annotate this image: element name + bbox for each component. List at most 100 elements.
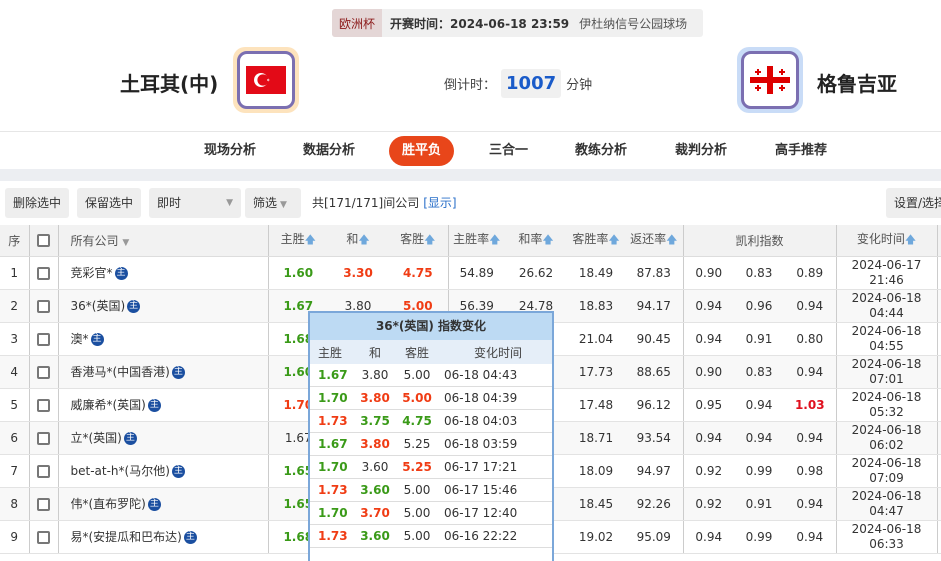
col-draw-rate[interactable]: 和率🡅 <box>505 225 567 257</box>
main-badge-icon[interactable]: 主 <box>171 366 185 379</box>
cell-select[interactable] <box>28 355 58 389</box>
cell-k2: 0.96 <box>734 289 784 323</box>
main-badge-icon[interactable]: 主 <box>123 432 137 445</box>
cell-select[interactable] <box>28 520 58 554</box>
cell-edge <box>936 388 941 422</box>
cell-select[interactable] <box>28 454 58 488</box>
checkbox[interactable] <box>37 266 50 280</box>
main-badge-icon[interactable]: 主 <box>114 267 128 280</box>
sort-up-icon: 🡅 <box>608 233 620 247</box>
company-name[interactable]: 威廉希*(英国) <box>71 398 146 412</box>
col-return-rate[interactable]: 返还率🡅 <box>625 225 683 257</box>
show-link[interactable]: [显示] <box>423 196 456 210</box>
cell-company[interactable]: 易*(安提瓜和巴布达) 主 <box>57 520 268 554</box>
company-name[interactable]: 立*(英国) <box>71 431 122 445</box>
main-badge-icon[interactable]: 主 <box>171 465 185 478</box>
cell-k1: 0.95 <box>682 388 734 422</box>
sort-up-icon: 🡅 <box>304 233 316 247</box>
home-team-logo[interactable] <box>233 47 299 113</box>
cell-company[interactable]: 澳* 主 <box>57 322 268 356</box>
tab-expert-picks[interactable]: 高手推荐 <box>775 136 827 166</box>
away-team-logo[interactable] <box>737 47 803 113</box>
col-home[interactable]: 主胜🡅 <box>267 225 328 257</box>
popup-time: 06-17 12:40 <box>444 506 518 520</box>
cell-select[interactable] <box>28 487 58 521</box>
cell-k1: 0.94 <box>682 520 734 554</box>
company-name[interactable]: 伟*(直布罗陀) <box>71 497 146 511</box>
change-clock: 04:47 <box>869 503 904 518</box>
cell-select[interactable] <box>28 388 58 422</box>
main-badge-icon[interactable]: 主 <box>147 498 161 511</box>
home-team-name[interactable]: 土耳其(中) <box>120 68 218 97</box>
checkbox[interactable] <box>37 464 50 478</box>
popup-col: 客胜 <box>404 345 429 360</box>
checkbox[interactable] <box>37 398 50 412</box>
company-name[interactable]: 澳* <box>71 332 89 346</box>
cell-select[interactable] <box>28 421 58 455</box>
cell-ret: 90.45 <box>625 322 683 356</box>
change-clock: 04:55 <box>869 338 904 353</box>
cell-edge <box>936 487 941 521</box>
checkbox[interactable] <box>37 530 50 544</box>
cell-k3: 0.94 <box>784 487 837 521</box>
cell-ar: 21.04 <box>567 322 625 356</box>
delete-selected-button[interactable]: 删除选中 <box>5 188 70 218</box>
col-company[interactable]: 所有公司 ▼ <box>57 225 268 257</box>
col-away-rate[interactable]: 客胜率🡅 <box>567 225 625 257</box>
cell-ret: 88.65 <box>625 355 683 389</box>
cell-company[interactable]: 竞彩官* 主 <box>57 256 268 290</box>
checkbox[interactable] <box>37 365 50 379</box>
col-draw[interactable]: 和🡅 <box>328 225 388 257</box>
cell-company[interactable]: 36*(英国) 主 <box>57 289 268 323</box>
col-select-all[interactable] <box>28 225 58 257</box>
company-name[interactable]: 36*(英国) <box>71 299 126 313</box>
company-name[interactable]: bet-at-h*(马尔他) <box>71 464 170 478</box>
league-badge[interactable]: 欧洲杯 <box>332 9 383 37</box>
cell-k2: 0.99 <box>734 520 784 554</box>
cell-select[interactable] <box>28 289 58 323</box>
tab-three-in-one[interactable]: 三合一 <box>489 136 528 166</box>
checkbox[interactable] <box>37 431 50 445</box>
tab-referee-analysis[interactable]: 裁判分析 <box>675 136 727 166</box>
checkbox[interactable] <box>37 299 50 313</box>
company-name[interactable]: 竞彩官* <box>71 266 113 280</box>
cell-away: 4.75 <box>388 256 448 290</box>
col-home-rate[interactable]: 主胜率🡅 <box>447 225 505 257</box>
col-away[interactable]: 客胜🡅 <box>388 225 448 257</box>
cell-change-time: 2024-06-18 04:55 <box>835 322 938 356</box>
cell-no: 9 <box>0 520 29 554</box>
company-name[interactable]: 香港马*(中国香港) <box>71 365 170 379</box>
checkbox[interactable] <box>37 332 50 346</box>
cell-select[interactable] <box>28 256 58 290</box>
cell-company[interactable]: 香港马*(中国香港) 主 <box>57 355 268 389</box>
company-name[interactable]: 易*(安提瓜和巴布达) <box>71 530 182 544</box>
table-row[interactable]: 1 竞彩官* 主 1.60 3.30 4.75 54.89 26.62 18.49 87.83 0.… <box>0 256 941 290</box>
tab-coach-analysis[interactable]: 教练分析 <box>575 136 627 166</box>
away-team-name[interactable]: 格鲁吉亚 <box>817 68 897 97</box>
settings-button[interactable]: 设置/选择 <box>886 188 941 218</box>
tab-data-analysis[interactable]: 数据分析 <box>303 136 355 166</box>
cell-select[interactable] <box>28 322 58 356</box>
keep-selected-button[interactable]: 保留选中 <box>77 188 142 218</box>
change-date: 2024-06-18 <box>851 455 922 470</box>
filter-select[interactable]: 筛选 ▼ <box>245 188 301 218</box>
chevron-down-icon: ▼ <box>226 198 233 208</box>
tab-win-draw-lose[interactable]: 胜平负 <box>389 136 455 166</box>
tab-live-analysis[interactable]: 现场分析 <box>204 136 256 166</box>
analysis-tabs: 现场分析 数据分析 胜平负 三合一 教练分析 裁判分析 高手推荐 <box>0 136 941 166</box>
col-change-time[interactable]: 变化时间🡅 <box>835 225 938 257</box>
main-badge-icon[interactable]: 主 <box>183 531 197 544</box>
cell-company[interactable]: 立*(英国) 主 <box>57 421 268 455</box>
cell-company[interactable]: bet-at-h*(马尔他) 主 <box>57 454 268 488</box>
mode-select[interactable]: 即时 ▼ <box>149 188 241 218</box>
cell-company[interactable]: 伟*(直布罗陀) 主 <box>57 487 268 521</box>
cell-ret: 96.12 <box>625 388 683 422</box>
cell-k1: 0.94 <box>682 322 734 356</box>
cell-no: 7 <box>0 454 29 488</box>
checkbox[interactable] <box>37 234 50 248</box>
main-badge-icon[interactable]: 主 <box>127 300 141 313</box>
checkbox[interactable] <box>37 497 50 511</box>
main-badge-icon[interactable]: 主 <box>147 399 161 412</box>
cell-company[interactable]: 威廉希*(英国) 主 <box>57 388 268 422</box>
main-badge-icon[interactable]: 主 <box>90 333 104 346</box>
